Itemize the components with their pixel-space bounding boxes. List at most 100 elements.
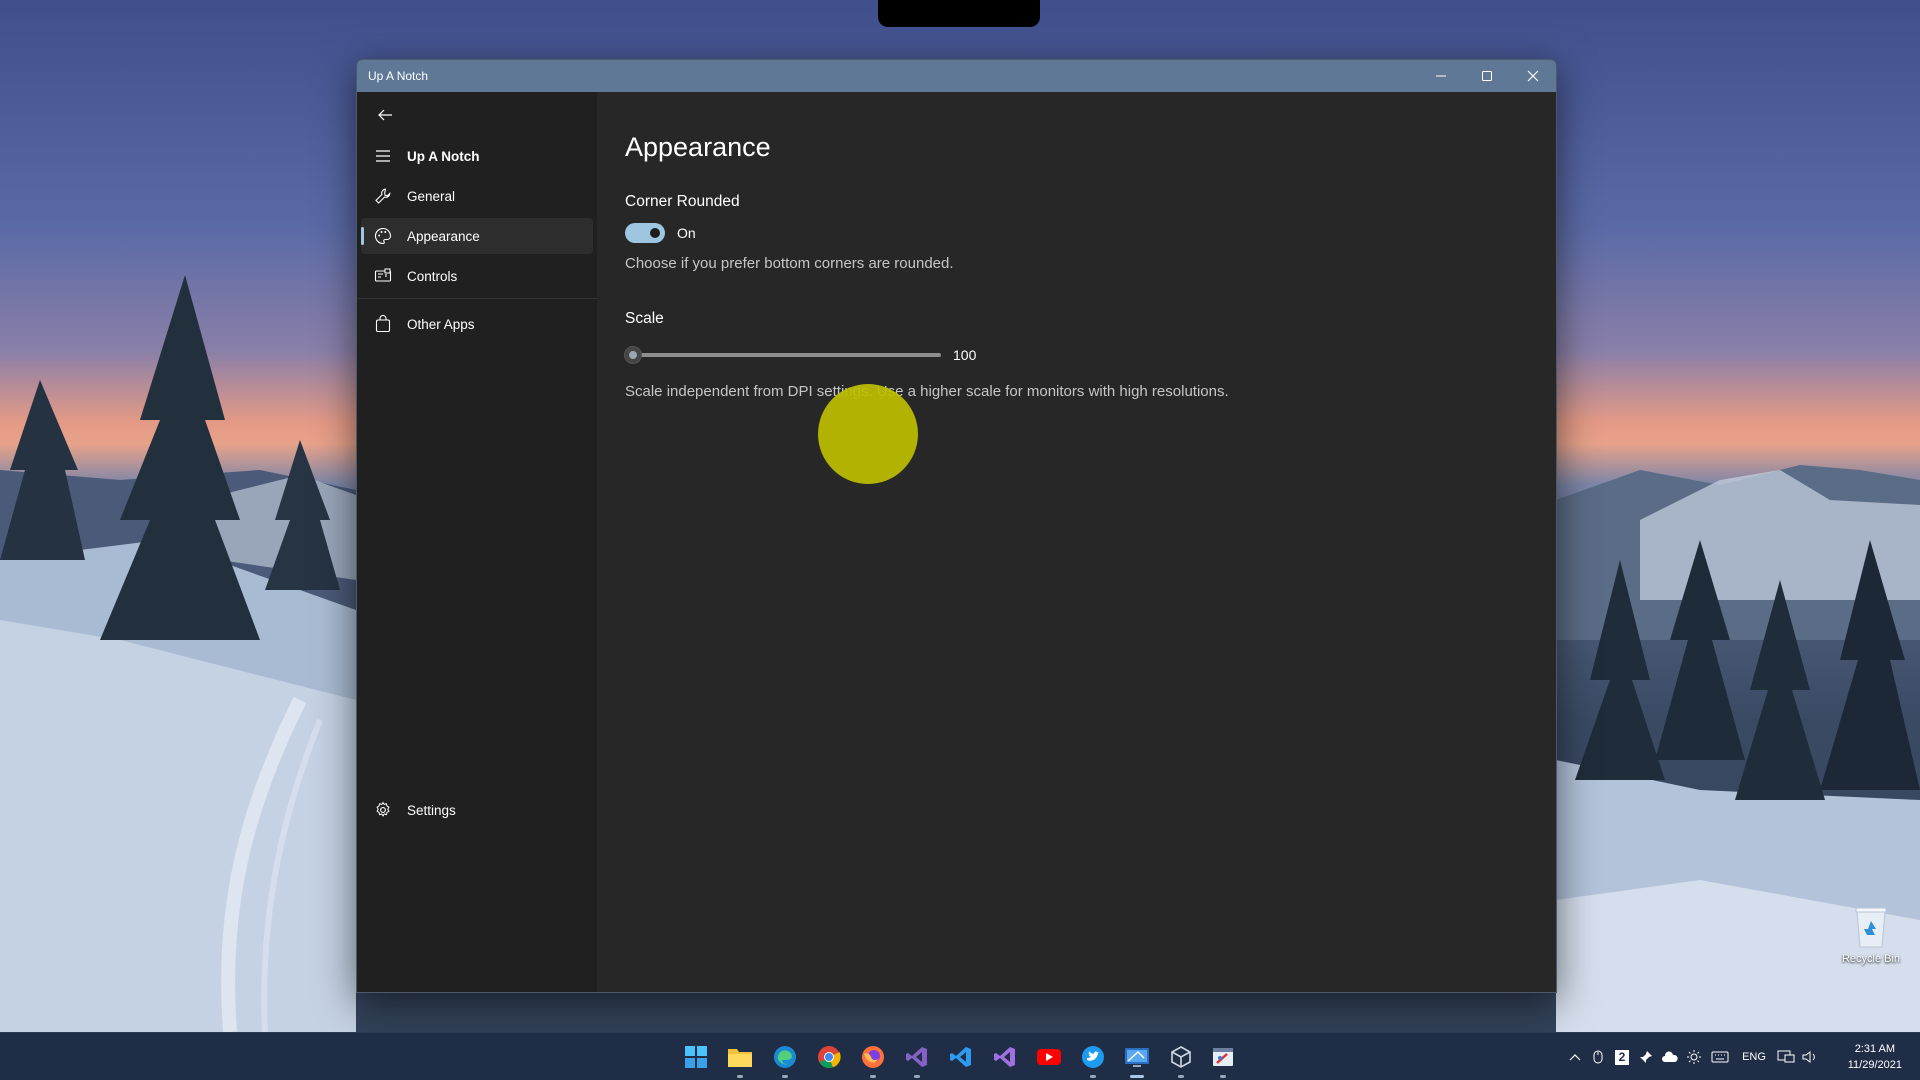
youtube-button[interactable] (1035, 1043, 1063, 1071)
recycle-bin-shortcut[interactable]: Recycle Bin (1826, 905, 1916, 965)
vscode-button[interactable] (947, 1043, 975, 1071)
nav-item-general[interactable]: General (361, 178, 593, 214)
desktop-number-tray-item[interactable]: 2 (1610, 1049, 1634, 1065)
controls-icon (371, 266, 395, 286)
firefox-icon (862, 1046, 884, 1068)
screen-notch (878, 0, 1040, 27)
twitter-button[interactable] (1079, 1043, 1107, 1078)
nav-item-label: Controls (407, 268, 458, 284)
corner-rounded-description: Choose if you prefer bottom corners are … (625, 255, 954, 272)
nav-item-settings[interactable]: Settings (361, 792, 593, 828)
visual-studio-button[interactable] (903, 1043, 931, 1078)
onedrive-tray-item[interactable] (1658, 1051, 1682, 1063)
mouse-tray-item[interactable] (1586, 1050, 1610, 1064)
back-arrow-icon (378, 109, 392, 121)
youtube-icon (1037, 1049, 1061, 1065)
visual-studio-preview-button[interactable] (991, 1043, 1019, 1071)
window-title: Up A Notch (368, 69, 429, 83)
content-pane: Appearance Corner Rounded On Choose if y… (597, 92, 1556, 992)
toggle-state-text: On (677, 225, 696, 241)
remote-desktop-icon (1125, 1048, 1149, 1067)
twitter-icon (1082, 1046, 1104, 1068)
minimize-button[interactable] (1418, 60, 1464, 92)
paint-button[interactable] (1209, 1043, 1237, 1078)
shopping-bag-icon (371, 314, 395, 334)
gear-icon (371, 800, 395, 820)
maximize-icon (1482, 71, 1492, 81)
paint-icon (1213, 1048, 1233, 1066)
edge-button[interactable] (771, 1043, 799, 1078)
title-bar[interactable]: Up A Notch (357, 60, 1556, 92)
corner-rounded-toggle[interactable] (625, 223, 665, 243)
nav-item-label: Other Apps (407, 316, 475, 332)
language-indicator[interactable]: ENG (1734, 1051, 1774, 1063)
clock[interactable]: 2:31 AM 11/29/2021 (1848, 1041, 1902, 1073)
wrench-icon (371, 186, 395, 206)
recycle-bin-icon (1853, 905, 1889, 949)
speaker-icon (1802, 1051, 1815, 1063)
nav-separator (357, 298, 597, 299)
clock-time: 2:31 AM (1854, 1043, 1896, 1055)
desktop-number-badge: 2 (1615, 1049, 1629, 1065)
running-indicator (1178, 1075, 1184, 1078)
maximize-button[interactable] (1464, 60, 1510, 92)
window-controls (1418, 60, 1556, 92)
chrome-icon (818, 1046, 841, 1069)
show-hidden-icons-button[interactable] (1564, 1053, 1586, 1061)
nav-header-label: Up A Notch (407, 148, 480, 164)
edge-icon (774, 1046, 796, 1068)
scale-slider-track[interactable] (633, 353, 941, 357)
sun-icon (1687, 1050, 1701, 1064)
file-explorer-button[interactable] (726, 1043, 754, 1078)
virtualbox-icon (1171, 1046, 1191, 1068)
running-indicator (1130, 1075, 1144, 1078)
remote-desktop-button[interactable] (1123, 1043, 1151, 1078)
brightness-tray-item[interactable] (1682, 1049, 1706, 1065)
scale-slider-thumb[interactable] (624, 346, 642, 364)
taskbar: 2 ENG 2:31 AM 11/29/2021 (0, 1032, 1920, 1080)
start-button[interactable] (682, 1043, 710, 1071)
page-title: Appearance (625, 132, 771, 162)
scale-description: Scale independent from DPI settings. Use… (625, 383, 1229, 400)
visual-studio-icon (906, 1047, 927, 1067)
navigation-pane: Up A Notch General Appearance Controls O… (357, 92, 597, 992)
close-button[interactable] (1510, 60, 1556, 92)
file-explorer-icon (728, 1049, 752, 1067)
palette-icon (371, 226, 395, 246)
app-window: Up A Notch Up A Notch General Appearance… (356, 59, 1557, 993)
close-icon (1527, 70, 1539, 82)
corner-rounded-label: Corner Rounded (625, 193, 740, 210)
nav-menu-toggle[interactable]: Up A Notch (361, 138, 593, 174)
network-tray-item[interactable] (1774, 1050, 1798, 1064)
running-indicator (1090, 1075, 1096, 1078)
firefox-button[interactable] (859, 1043, 887, 1078)
hamburger-icon (371, 146, 395, 166)
cloud-icon (1662, 1051, 1678, 1062)
nav-item-label: Settings (407, 802, 456, 818)
back-button[interactable] (367, 102, 403, 128)
running-indicator (782, 1075, 788, 1078)
chrome-button[interactable] (815, 1043, 843, 1071)
vscode-icon (950, 1047, 971, 1067)
virtualbox-button[interactable] (1167, 1043, 1195, 1078)
nav-item-other-apps[interactable]: Other Apps (361, 306, 593, 342)
network-icon (1777, 1050, 1795, 1063)
nav-item-appearance[interactable]: Appearance (361, 218, 593, 254)
running-indicator (1220, 1075, 1226, 1078)
chevron-up-icon (1569, 1054, 1581, 1061)
scale-value: 100 (953, 347, 977, 363)
pin-icon (1640, 1051, 1652, 1063)
pin-tray-item[interactable] (1634, 1050, 1658, 1064)
running-indicator (870, 1075, 876, 1078)
start-icon (685, 1046, 707, 1068)
cursor-highlight (818, 384, 918, 484)
visual-studio-preview-icon (994, 1047, 1015, 1067)
nav-item-label: General (407, 188, 456, 204)
nav-item-controls[interactable]: Controls (361, 258, 593, 294)
volume-tray-item[interactable] (1798, 1050, 1822, 1064)
keyboard-tray-item[interactable] (1706, 1051, 1734, 1063)
clock-date: 11/29/2021 (1847, 1059, 1902, 1071)
scale-label: Scale (625, 310, 664, 327)
minimize-icon (1436, 75, 1446, 77)
recycle-bin-label: Recycle Bin (1841, 953, 1901, 965)
